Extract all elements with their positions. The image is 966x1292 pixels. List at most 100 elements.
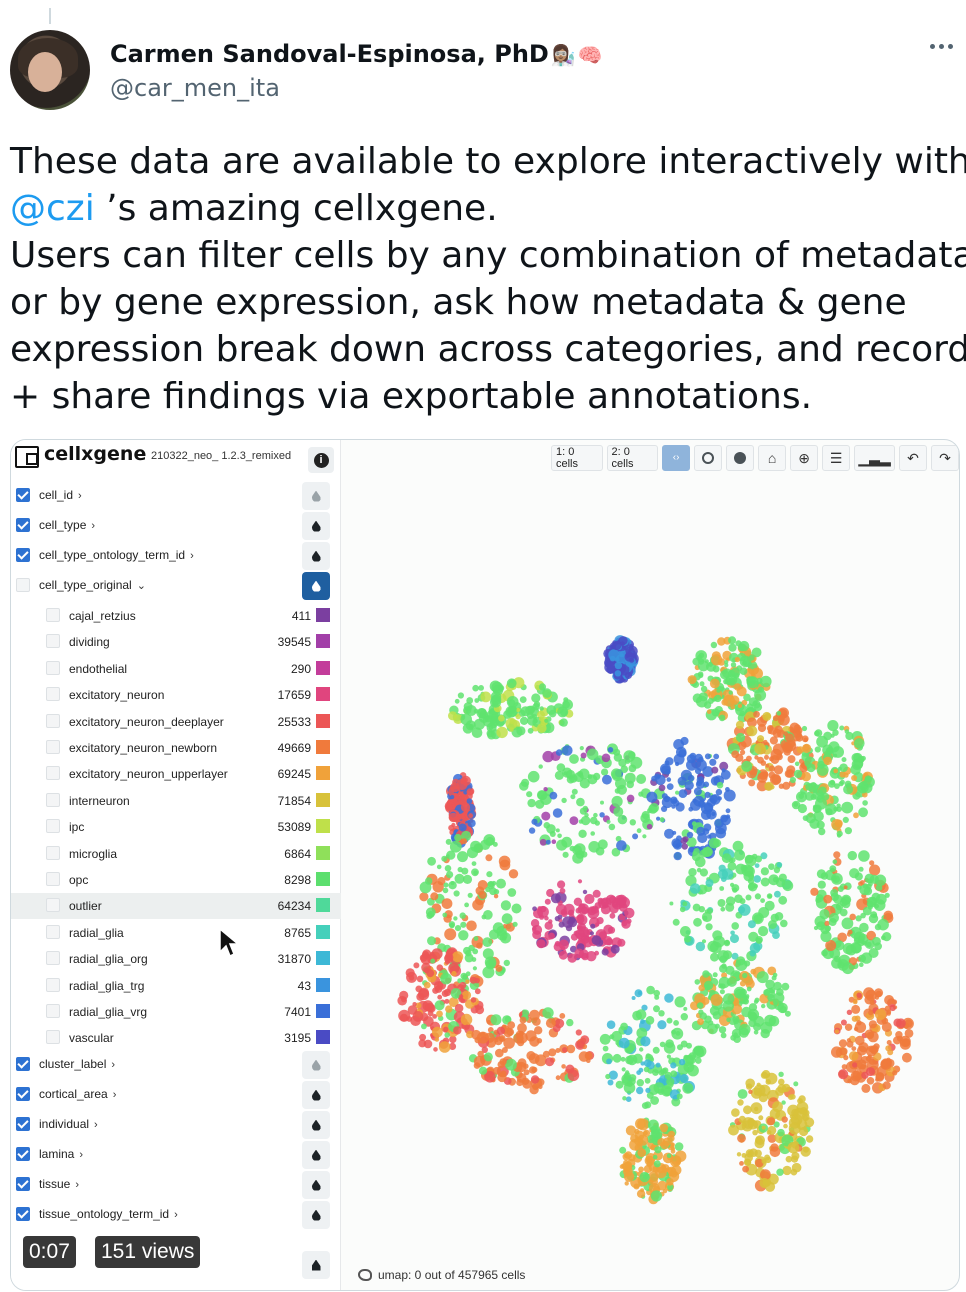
lasso-select-icon[interactable]: ⌂ xyxy=(758,445,787,471)
category-value-microglia[interactable]: microglia 6864 xyxy=(11,841,341,867)
value-checkbox[interactable] xyxy=(46,924,60,939)
category-value-excitatory-neuron-newborn[interactable]: excitatory_neuron_newborn 49669 xyxy=(11,735,341,761)
author-handle[interactable]: @car_men_ita xyxy=(110,74,280,102)
category-checkbox[interactable] xyxy=(16,1147,30,1161)
category-value-radial-glia-vrg[interactable]: radial_glia_vrg 7401 xyxy=(11,999,341,1025)
chevron-icon[interactable]: › xyxy=(94,1119,98,1131)
list-icon[interactable]: ☰ xyxy=(822,445,851,471)
chevron-icon[interactable]: › xyxy=(111,1059,115,1071)
category-value-radial-glia-trg[interactable]: radial_glia_trg 43 xyxy=(11,973,341,999)
colorize-button[interactable] xyxy=(302,1111,330,1139)
cellset-1-button[interactable]: 1: 0 cells xyxy=(551,445,603,471)
chevron-icon[interactable]: › xyxy=(113,1089,117,1101)
redo-icon[interactable]: ↷ xyxy=(931,445,959,471)
cellset-2-button[interactable]: 2: 0 cells xyxy=(606,445,659,471)
category-value-vascular[interactable]: vascular 3195 xyxy=(11,1025,341,1051)
chevron-icon[interactable]: ⌄ xyxy=(137,580,146,592)
category-row-individual[interactable]: individual › xyxy=(11,1110,341,1140)
avatar[interactable] xyxy=(10,30,90,110)
category-checkbox[interactable] xyxy=(16,1057,30,1071)
histogram-icon[interactable]: ▁▃▂ xyxy=(854,445,896,471)
value-checkbox[interactable] xyxy=(46,845,60,860)
category-checkbox[interactable] xyxy=(16,1087,30,1101)
category-value-excitatory-neuron-deeplayer[interactable]: excitatory_neuron_deeplayer 25533 xyxy=(11,709,341,735)
category-row-cell-type-original[interactable]: cell_type_original ⌄ xyxy=(11,571,341,601)
category-checkbox[interactable] xyxy=(16,488,30,502)
reset-subset-button[interactable] xyxy=(726,445,755,471)
value-checkbox[interactable] xyxy=(46,766,60,781)
colorize-button[interactable] xyxy=(302,1081,330,1109)
category-value-excitatory-neuron-upperlayer[interactable]: excitatory_neuron_upperlayer 69245 xyxy=(11,761,341,787)
value-checkbox[interactable] xyxy=(46,792,60,807)
category-label[interactable]: cell_type › xyxy=(39,518,95,532)
value-checkbox[interactable] xyxy=(46,951,60,966)
author-display-name[interactable]: Carmen Sandoval-Espinosa, PhD 👩🏽‍🔬 🧠 xyxy=(110,40,603,68)
category-value-dividing[interactable]: dividing 39545 xyxy=(11,629,341,655)
chevron-icon[interactable]: › xyxy=(190,550,194,562)
colorize-button[interactable] xyxy=(302,512,330,540)
value-checkbox[interactable] xyxy=(46,819,60,834)
value-checkbox[interactable] xyxy=(46,1004,60,1018)
more-options-icon[interactable] xyxy=(926,36,956,56)
chevron-icon[interactable]: › xyxy=(79,1149,83,1161)
category-value-radial-glia[interactable]: radial_glia 8765 xyxy=(11,920,341,946)
zoom-icon[interactable]: ⊕ xyxy=(790,445,819,471)
category-label[interactable]: cell_type_ontology_term_id › xyxy=(39,548,194,562)
category-checkbox[interactable] xyxy=(16,1117,30,1131)
undo-icon[interactable]: ↶ xyxy=(899,445,928,471)
category-value-ipc[interactable]: ipc 53089 xyxy=(11,814,341,840)
chevron-icon[interactable]: › xyxy=(91,520,95,532)
category-row-cell-type[interactable]: cell_type › xyxy=(11,511,341,541)
category-value-endothelial[interactable]: endothelial 290 xyxy=(11,656,341,682)
category-checkbox[interactable] xyxy=(16,578,30,592)
diffexp-button[interactable]: ‹› xyxy=(662,445,691,471)
value-checkbox[interactable] xyxy=(46,898,60,913)
colorize-button[interactable] xyxy=(302,1201,330,1229)
colorize-button[interactable] xyxy=(302,572,330,600)
category-value-cajal-retzius[interactable]: cajal_retzius 411 xyxy=(11,603,341,629)
colorize-button[interactable] xyxy=(302,1141,330,1169)
category-label[interactable]: lamina › xyxy=(39,1147,83,1161)
category-checkbox[interactable] xyxy=(16,548,30,562)
category-row-cell-type-ontology-term-id[interactable]: cell_type_ontology_term_id › xyxy=(11,541,341,571)
video-media[interactable]: cellxgene 210322_neo_ 1.2.3_remixed i ce… xyxy=(10,439,960,1291)
category-value-outlier[interactable]: outlier 64234 xyxy=(11,893,341,920)
colorize-button[interactable] xyxy=(302,482,330,510)
category-row-tissue-ontology-term-id[interactable]: tissue_ontology_term_id › xyxy=(11,1200,341,1230)
value-checkbox[interactable] xyxy=(46,660,60,675)
value-checkbox[interactable] xyxy=(46,1030,60,1045)
value-checkbox[interactable] xyxy=(46,872,60,886)
colorize-button[interactable] xyxy=(302,542,330,570)
category-label[interactable]: individual › xyxy=(39,1117,98,1131)
colorize-button[interactable] xyxy=(302,1251,330,1279)
category-label[interactable]: cortical_area › xyxy=(39,1087,116,1101)
category-row-lamina[interactable]: lamina › xyxy=(11,1140,341,1170)
category-checkbox[interactable] xyxy=(16,1207,30,1221)
category-label[interactable]: cell_id › xyxy=(39,488,82,502)
embedding-icon[interactable] xyxy=(358,1269,372,1281)
value-checkbox[interactable] xyxy=(46,608,60,622)
value-checkbox[interactable] xyxy=(46,713,60,728)
chevron-icon[interactable]: › xyxy=(78,490,82,502)
value-checkbox[interactable] xyxy=(46,977,60,992)
umap-embedding-plot[interactable] xyxy=(351,480,951,1260)
category-label[interactable]: cluster_label › xyxy=(39,1057,115,1071)
category-row-cluster-label[interactable]: cluster_label › xyxy=(11,1050,341,1080)
category-row-tissue[interactable]: tissue › xyxy=(11,1170,341,1200)
colorize-button[interactable] xyxy=(302,1051,330,1079)
category-checkbox[interactable] xyxy=(16,518,30,532)
category-row-cortical-area[interactable]: cortical_area › xyxy=(11,1080,341,1110)
category-value-interneuron[interactable]: interneuron 71854 xyxy=(11,788,341,814)
chevron-icon[interactable]: › xyxy=(174,1209,178,1221)
info-icon[interactable]: i xyxy=(308,447,334,473)
subset-button[interactable] xyxy=(694,445,723,471)
category-row-cell-id[interactable]: cell_id › xyxy=(11,481,341,511)
category-label[interactable]: tissue_ontology_term_id › xyxy=(39,1207,178,1221)
category-value-radial-glia-org[interactable]: radial_glia_org 31870 xyxy=(11,946,341,972)
colorize-button[interactable] xyxy=(302,1171,330,1199)
category-label[interactable]: tissue › xyxy=(39,1177,79,1191)
value-checkbox[interactable] xyxy=(46,634,60,649)
value-checkbox[interactable] xyxy=(46,740,60,754)
category-checkbox[interactable] xyxy=(16,1177,30,1191)
category-value-opc[interactable]: opc 8298 xyxy=(11,867,341,893)
